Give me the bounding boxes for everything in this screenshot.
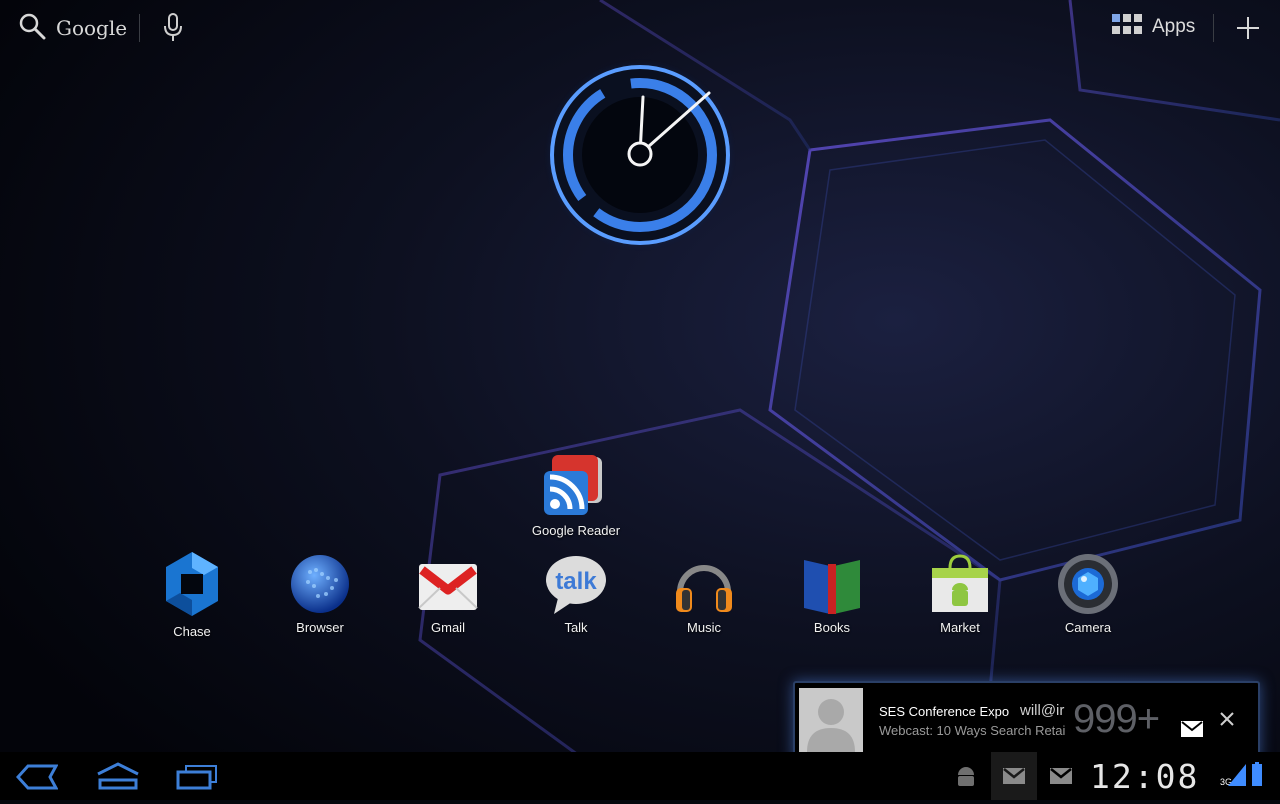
battery-icon — [1252, 762, 1262, 790]
app-camera[interactable]: Camera — [1033, 552, 1143, 635]
app-label: Market — [940, 620, 980, 635]
search-label: Google — [56, 16, 128, 40]
add-icon[interactable] — [1234, 14, 1262, 46]
clock-time[interactable]: 12:08 — [1090, 757, 1199, 796]
globe-icon — [265, 552, 375, 616]
gmail-notification-icon[interactable] — [991, 752, 1037, 800]
app-label: Browser — [296, 620, 344, 635]
app-browser[interactable]: Browser — [265, 552, 375, 635]
market-bag-icon — [905, 552, 1015, 616]
talk-icon: talk — [521, 552, 631, 616]
chase-icon — [137, 548, 247, 620]
recent-apps-icon[interactable] — [176, 764, 218, 794]
email-notification[interactable]: 999+ SES Conference Expo will@ir Webcast… — [793, 681, 1260, 761]
divider — [1213, 14, 1214, 42]
close-icon[interactable] — [1219, 711, 1235, 731]
google-search-bar[interactable]: Google — [18, 12, 127, 44]
android-debug-icon — [955, 765, 977, 793]
apps-label: Apps — [1152, 16, 1196, 37]
app-google-reader[interactable]: Google Reader — [521, 455, 631, 538]
app-label: Talk — [564, 620, 588, 635]
back-icon[interactable] — [15, 764, 59, 794]
notification-email: will@ir — [1020, 702, 1065, 719]
gmail-notification-icon[interactable] — [1050, 768, 1072, 788]
headphones-icon — [649, 552, 759, 616]
camera-lens-icon — [1033, 552, 1143, 616]
app-label: Camera — [1064, 620, 1112, 635]
app-gmail[interactable]: Gmail — [393, 552, 503, 635]
gmail-icon — [393, 552, 503, 616]
app-chase[interactable]: Chase — [137, 548, 247, 639]
apps-button[interactable]: Apps — [1112, 14, 1195, 40]
divider — [139, 14, 140, 42]
app-label: Chase — [173, 624, 211, 639]
google-reader-icon — [521, 455, 631, 519]
gmail-icon — [1181, 721, 1203, 741]
books-icon — [777, 552, 887, 616]
signal-strength-icon — [1228, 764, 1246, 790]
app-label: Google Reader — [531, 523, 621, 538]
app-label: Gmail — [431, 620, 465, 635]
notification-subject: Webcast: 10 Ways Search Retai — [879, 723, 1066, 738]
app-label: Music — [687, 620, 721, 635]
analog-clock-widget[interactable] — [542, 57, 738, 257]
notification-sender: SES Conference Expo — [879, 704, 1010, 719]
contact-avatar-icon — [799, 688, 863, 752]
app-market[interactable]: Market — [905, 552, 1015, 635]
search-icon — [18, 12, 46, 44]
svg-text:talk: talk — [555, 568, 597, 595]
app-music[interactable]: Music — [649, 552, 759, 635]
microphone-icon[interactable] — [162, 12, 184, 48]
app-books[interactable]: Books — [777, 552, 887, 635]
app-label: Books — [813, 620, 851, 635]
apps-grid-icon — [1112, 14, 1144, 40]
unread-count: 999+ — [1073, 697, 1160, 741]
home-icon[interactable] — [96, 762, 140, 794]
app-talk[interactable]: talk Talk — [521, 552, 631, 635]
